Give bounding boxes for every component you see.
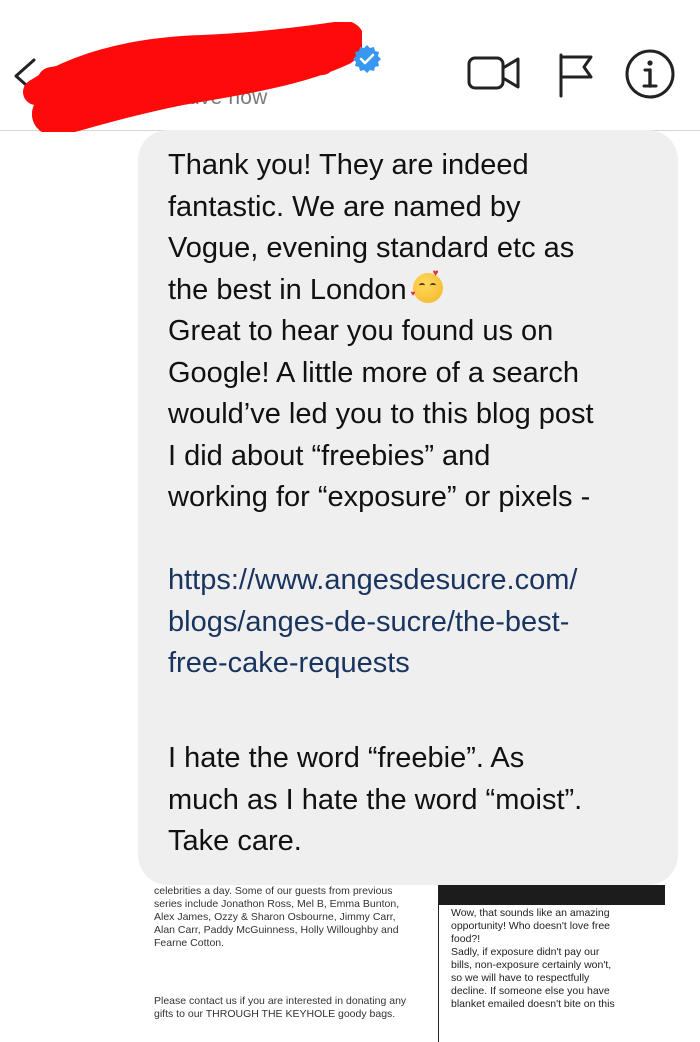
blog-post-link[interactable]: https://www.angesdesucre.com/ blogs/ange… [168, 560, 668, 685]
info-icon[interactable] [624, 48, 676, 100]
screenshot-dark-bar [439, 885, 665, 905]
screenshot-reply-panel: Wow, that sounds like an amazing opportu… [438, 885, 665, 1042]
attached-email-screenshot: celebrities a day. Some of our guests fr… [138, 885, 678, 1042]
screenshot-left-text: celebrities a day. Some of our guests fr… [154, 885, 424, 1020]
message-paragraph-2: Great to hear you found us on Google! A … [168, 315, 594, 513]
message-paragraph-1: Thank you! They are indeed fantastic. We… [168, 149, 575, 306]
screenshot-paragraph-guests: celebrities a day. Some of our guests fr… [154, 885, 400, 949]
verified-badge-icon [353, 45, 381, 73]
screenshot-reply-text: Wow, that sounds like an amazing opportu… [451, 907, 615, 1010]
screenshot-paragraph-goody-bags: Please contact us if you are interested … [154, 995, 407, 1020]
video-call-icon[interactable] [466, 52, 522, 96]
chat-header: Active now [0, 0, 700, 132]
smiling-face-with-hearts-emoji: ♥ ♥ [411, 268, 443, 303]
message-paragraph-3: I hate the word “freebie”. As much as I … [168, 742, 583, 857]
flag-icon[interactable] [556, 52, 596, 98]
redaction-scribble [23, 22, 362, 132]
